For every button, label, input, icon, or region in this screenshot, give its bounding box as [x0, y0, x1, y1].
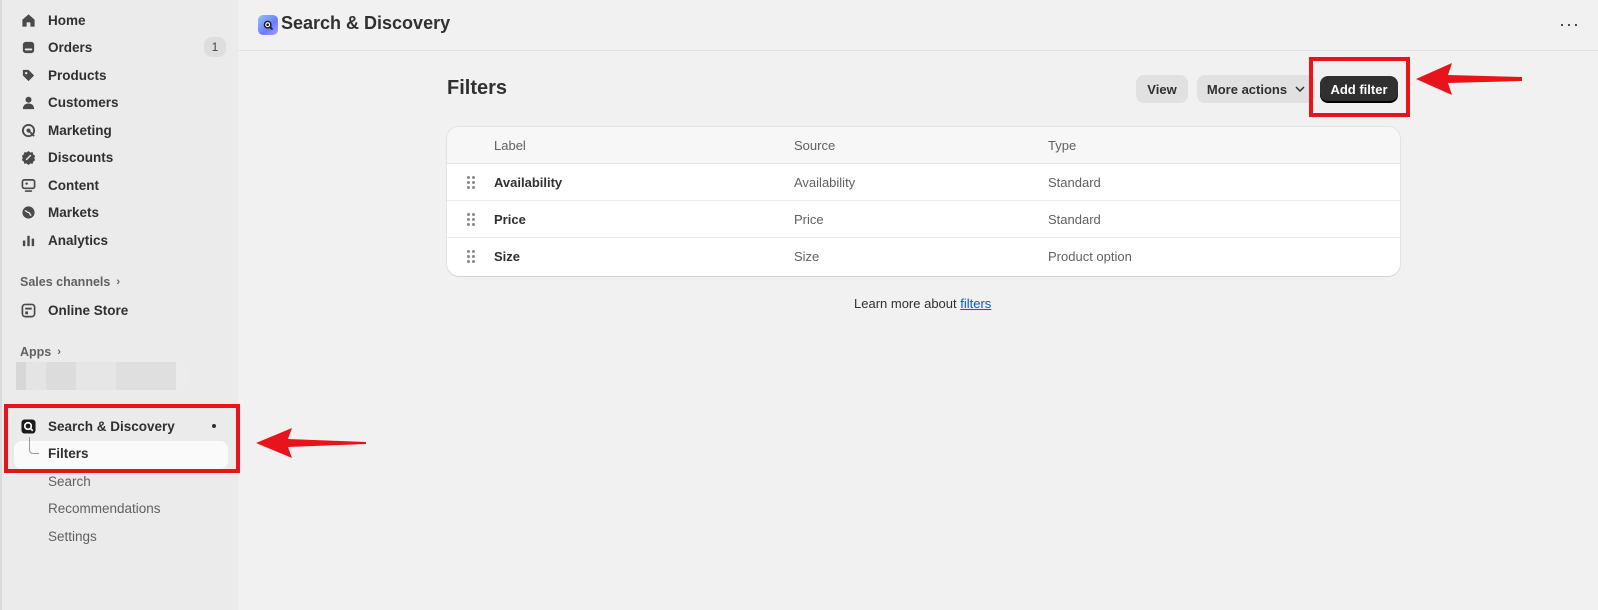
- apps-label: Apps: [20, 345, 52, 359]
- marketing-icon: [20, 122, 36, 138]
- chevron-right-icon: ›: [116, 276, 120, 288]
- filter-type: Product option: [1048, 249, 1132, 264]
- sidebar-item-online-store[interactable]: Online Store: [20, 297, 226, 323]
- chevron-down-icon: [1295, 84, 1305, 95]
- home-icon: [20, 12, 36, 28]
- sidebar-subitem-recommendations[interactable]: Recommendations: [48, 501, 161, 516]
- apps-header[interactable]: Apps ›: [20, 345, 61, 359]
- filters-help-link[interactable]: filters: [960, 296, 991, 311]
- annotation-arrow-icon: [1416, 63, 1522, 95]
- sidebar-item-label: Content: [48, 177, 99, 193]
- table-row[interactable]: Price Price Standard: [447, 201, 1400, 238]
- learn-more-text: Learn more about filters: [854, 296, 991, 311]
- sidebar-subitem-search[interactable]: Search: [48, 474, 91, 489]
- chevron-right-icon: ›: [57, 346, 61, 358]
- view-button[interactable]: View: [1136, 75, 1188, 103]
- table-row[interactable]: Size Size Product option: [447, 238, 1400, 275]
- sidebar-item-label: Orders: [48, 39, 93, 55]
- page-title: Filters: [447, 77, 508, 99]
- search-discovery-app-icon: [258, 15, 278, 35]
- sidebar-item-customers[interactable]: Customers: [20, 89, 226, 115]
- filter-label: Size: [494, 249, 521, 264]
- annotation-highlight-add-filter: [1309, 57, 1410, 117]
- sidebar-item-label: Customers: [48, 94, 119, 110]
- store-icon: [20, 302, 36, 318]
- tag-icon: [20, 67, 36, 83]
- drag-handle-icon[interactable]: [467, 176, 475, 189]
- learn-more-prefix: Learn more about: [854, 296, 957, 311]
- redacted-app-entry: [16, 362, 186, 390]
- discount-icon: [20, 149, 36, 165]
- more-actions-label: More actions: [1206, 81, 1288, 97]
- sidebar-item-discounts[interactable]: Discounts: [20, 144, 226, 170]
- column-header-label: Label: [494, 138, 526, 153]
- chart-icon: [20, 232, 36, 248]
- filter-type: Standard: [1048, 212, 1101, 227]
- filter-label: Availability: [494, 175, 563, 190]
- sidebar-item-label: Analytics: [48, 232, 109, 248]
- sidebar-item-marketing[interactable]: Marketing: [20, 117, 226, 143]
- more-actions-button[interactable]: More actions: [1197, 75, 1315, 103]
- table-header: Label Source Type: [447, 127, 1400, 164]
- app-header: Search & Discovery ···: [238, 0, 1598, 51]
- sidebar-subitem-settings[interactable]: Settings: [48, 529, 97, 544]
- sidebar-item-label: Products: [48, 67, 107, 83]
- table-row[interactable]: Availability Availability Standard: [447, 164, 1400, 201]
- sidebar-item-analytics[interactable]: Analytics: [20, 227, 226, 253]
- filter-source: Availability: [794, 175, 856, 190]
- app-title: Search & Discovery: [281, 13, 451, 33]
- more-options-icon[interactable]: ···: [1559, 14, 1580, 35]
- sidebar-item-label: Markets: [48, 204, 100, 220]
- sidebar-item-label: Online Store: [48, 302, 129, 318]
- sales-channels-header[interactable]: Sales channels ›: [20, 275, 120, 289]
- sidebar-item-label: Home: [48, 12, 86, 28]
- sidebar-item-home[interactable]: Home: [20, 7, 226, 33]
- filters-table: Label Source Type Availability Availabil…: [447, 127, 1400, 276]
- filter-label: Price: [494, 212, 526, 227]
- annotation-highlight-sidebar-app: [4, 404, 240, 473]
- annotation-arrow-icon: [256, 428, 366, 458]
- drag-handle-icon[interactable]: [467, 213, 475, 226]
- column-header-type: Type: [1048, 138, 1077, 153]
- sidebar-item-content[interactable]: Content: [20, 172, 226, 198]
- sales-channels-label: Sales channels: [20, 275, 111, 289]
- filter-type: Standard: [1048, 175, 1101, 190]
- sidebar: Home Orders 1 Products Customers Marketi…: [0, 0, 238, 610]
- filter-source: Price: [794, 212, 824, 227]
- sidebar-item-orders[interactable]: Orders 1: [20, 34, 226, 60]
- column-header-source: Source: [794, 138, 836, 153]
- sidebar-item-products[interactable]: Products: [20, 62, 226, 88]
- globe-icon: [20, 204, 36, 220]
- person-icon: [20, 94, 36, 110]
- content-icon: [20, 177, 36, 193]
- sidebar-item-label: Discounts: [48, 149, 114, 165]
- sidebar-item-markets[interactable]: Markets: [20, 199, 226, 225]
- filter-source: Size: [794, 249, 820, 264]
- orders-count-badge: 1: [204, 37, 226, 57]
- sidebar-item-label: Marketing: [48, 122, 112, 138]
- drag-handle-icon[interactable]: [467, 250, 475, 263]
- orders-icon: [20, 39, 36, 55]
